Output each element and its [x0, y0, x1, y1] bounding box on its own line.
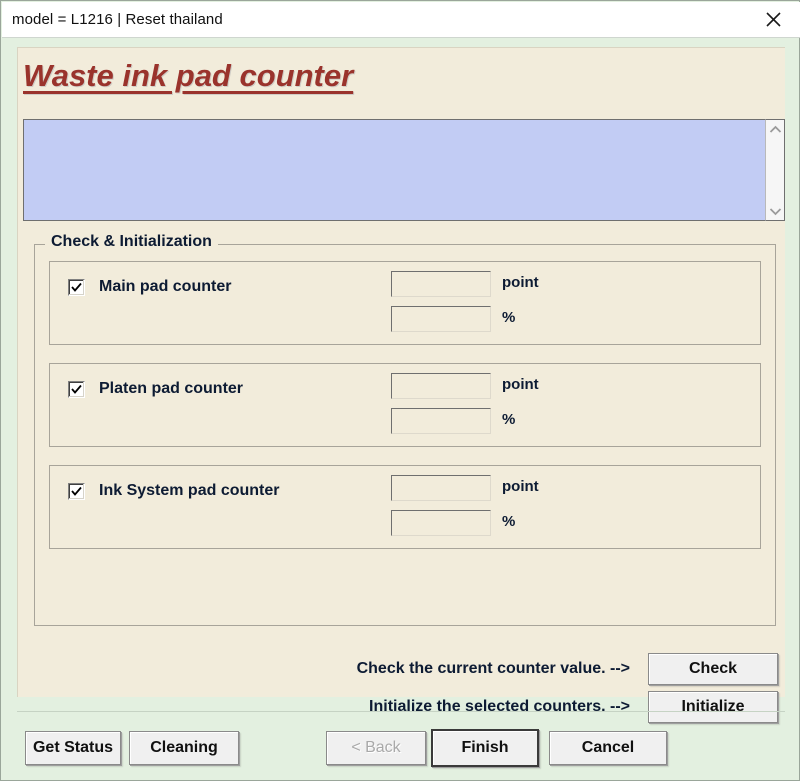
check-initialization-group: Check & Initialization Main pad counter …: [34, 233, 776, 626]
checkbox-ink-system-pad-counter[interactable]: [68, 482, 85, 500]
group-legend: Check & Initialization: [45, 233, 218, 251]
platen-percent-unit: %: [502, 411, 516, 428]
back-button: < Back: [326, 731, 426, 765]
cleaning-button[interactable]: Cleaning: [129, 731, 239, 765]
get-status-button[interactable]: Get Status: [25, 731, 121, 765]
scroll-up-icon[interactable]: [766, 120, 784, 138]
initialize-hint-text: Initialize the selected counters. -->: [369, 698, 630, 715]
log-scrollbar[interactable]: [765, 119, 785, 221]
counter-panel-ink-system: Ink System pad counter point %: [49, 465, 761, 549]
check-button[interactable]: Check: [648, 653, 778, 685]
platen-percent-input[interactable]: [391, 408, 491, 434]
close-icon: [765, 11, 782, 28]
platen-point-unit: point: [502, 376, 539, 393]
main-percent-unit: %: [502, 309, 516, 326]
checkbox-platen-pad-counter[interactable]: [68, 380, 85, 398]
check-hint-text: Check the current counter value. -->: [356, 660, 630, 677]
counter-panel-main: Main pad counter point %: [49, 261, 761, 345]
initialize-button[interactable]: Initialize: [648, 691, 778, 723]
window-title: model = L1216 | Reset thailand: [12, 11, 223, 28]
action-row-check: Check the current counter value. --> Che…: [298, 653, 778, 685]
checkbox-row-ink-system[interactable]: Ink System pad counter: [68, 482, 280, 500]
action-row-initialize: Initialize the selected counters. --> In…: [298, 691, 778, 723]
ink-system-percent-unit: %: [502, 513, 516, 530]
title-bar: model = L1216 | Reset thailand: [2, 2, 800, 38]
page-title: Waste ink pad counter: [23, 58, 354, 93]
footer-separator: [17, 711, 785, 712]
log-output[interactable]: [24, 120, 765, 220]
label-platen-pad-counter: Platen pad counter: [99, 380, 244, 397]
ink-system-percent-input[interactable]: [391, 510, 491, 536]
label-main-pad-counter: Main pad counter: [99, 278, 232, 295]
dialog-window: model = L1216 | Reset thailand Waste ink…: [0, 0, 800, 781]
checkbox-main-pad-counter[interactable]: [68, 278, 85, 296]
main-point-input[interactable]: [391, 271, 491, 297]
content-panel: Waste ink pad counter Check & Initializa…: [17, 47, 785, 723]
ink-system-point-unit: point: [502, 478, 539, 495]
finish-button[interactable]: Finish: [431, 729, 539, 767]
main-percent-input[interactable]: [391, 306, 491, 332]
scroll-down-icon[interactable]: [766, 202, 784, 220]
label-ink-system-pad-counter: Ink System pad counter: [99, 482, 280, 499]
footer-bar: Get Status Cleaning < Back Finish Cancel: [1, 723, 800, 771]
close-button[interactable]: [746, 2, 800, 37]
checkbox-row-main[interactable]: Main pad counter: [68, 278, 231, 296]
main-point-unit: point: [502, 274, 539, 291]
checkbox-row-platen[interactable]: Platen pad counter: [68, 380, 243, 398]
platen-point-input[interactable]: [391, 373, 491, 399]
log-output-wrap: [23, 119, 765, 221]
cancel-button[interactable]: Cancel: [549, 731, 667, 765]
counter-panel-platen: Platen pad counter point %: [49, 363, 761, 447]
ink-system-point-input[interactable]: [391, 475, 491, 501]
